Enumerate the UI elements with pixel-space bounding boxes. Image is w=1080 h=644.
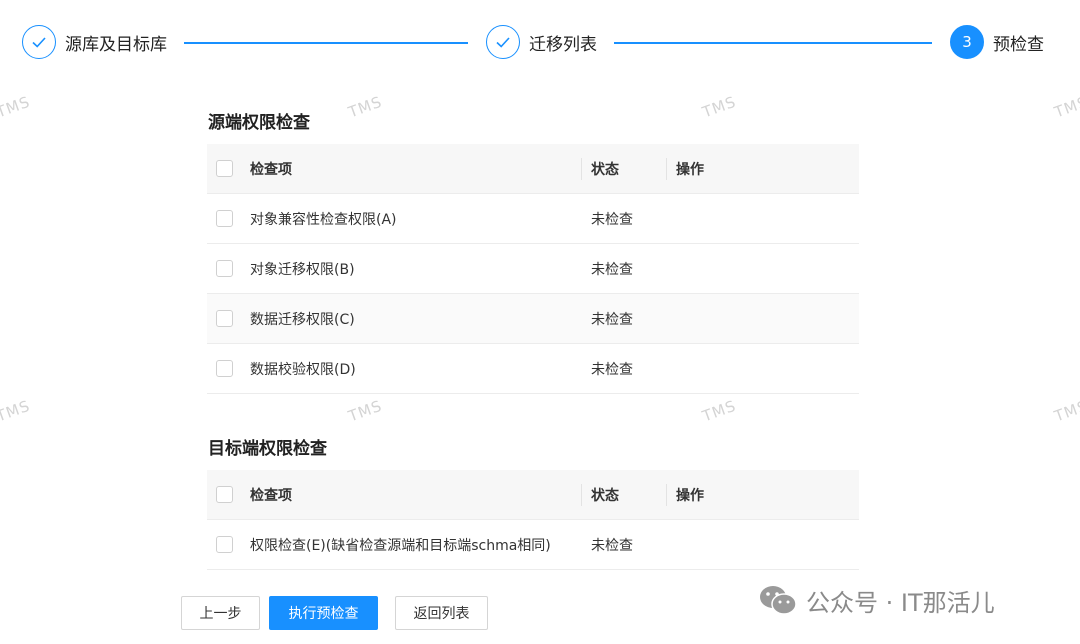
wechat-brand: 公众号 · IT那活儿 [758,580,995,620]
check-item-name: 对象迁移权限(B) [250,261,355,278]
step-label: 源库及目标库 [65,34,167,55]
row-checkbox[interactable] [216,310,233,327]
column-divider [666,158,667,180]
watermark: TMS [345,92,385,122]
step-connector [184,42,468,44]
table-header: 检查项 状态 操作 [207,144,859,194]
header-status: 状态 [591,487,619,504]
table-header: 检查项 状态 操作 [207,470,859,520]
check-item-name: 数据校验权限(D) [250,361,356,378]
check-icon [22,25,56,59]
table-row: 权限检查(E)(缺省检查源端和目标端schma相同) 未检查 [207,520,859,570]
check-status: 未检查 [591,311,633,328]
step-connector [614,42,932,44]
table-row: 数据迁移权限(C) 未检查 [207,294,859,344]
header-item: 检查项 [250,487,292,504]
watermark: TMS [699,396,739,426]
step-number: 3 [950,25,984,59]
run-precheck-button[interactable]: 执行预检查 [269,596,378,630]
watermark: TMS [345,396,385,426]
column-divider [581,158,582,180]
watermark: TMS [1051,396,1080,426]
check-status: 未检查 [591,537,633,554]
header-item: 检查项 [250,161,292,178]
check-item-name: 权限检查(E)(缺省检查源端和目标端schma相同) [250,537,551,554]
check-item-name: 对象兼容性检查权限(A) [250,211,397,228]
check-status: 未检查 [591,211,633,228]
prev-step-button[interactable]: 上一步 [181,596,260,630]
source-section-title: 源端权限检查 [208,113,310,133]
watermark: TMS [0,396,33,426]
step-migration-list[interactable]: 迁移列表 [486,24,597,60]
row-checkbox[interactable] [216,536,233,553]
table-row: 对象兼容性检查权限(A) 未检查 [207,194,859,244]
row-checkbox[interactable] [216,210,233,227]
column-divider [666,484,667,506]
table-row: 对象迁移权限(B) 未检查 [207,244,859,294]
step-label: 预检查 [993,34,1044,55]
step-precheck[interactable]: 3 预检查 [950,24,1044,60]
step-source-target[interactable]: 源库及目标库 [22,24,167,60]
column-divider [581,484,582,506]
watermark: TMS [0,92,33,122]
header-action: 操作 [676,487,704,504]
brand-text: 公众号 · IT那活儿 [806,588,995,617]
target-check-table: 检查项 状态 操作 权限检查(E)(缺省检查源端和目标端schma相同) 未检查 [207,470,859,570]
select-all-checkbox[interactable] [216,486,233,503]
watermark: TMS [1051,92,1080,122]
check-status: 未检查 [591,261,633,278]
target-section-title: 目标端权限检查 [208,439,327,459]
back-to-list-button[interactable]: 返回列表 [395,596,488,630]
check-icon [486,25,520,59]
step-label: 迁移列表 [529,34,597,55]
table-row: 数据校验权限(D) 未检查 [207,344,859,394]
header-action: 操作 [676,161,704,178]
wechat-icon [760,586,797,615]
steps-bar: 源库及目标库 迁移列表 3 预检查 [22,24,1062,62]
watermark: TMS [699,92,739,122]
row-checkbox[interactable] [216,360,233,377]
check-status: 未检查 [591,361,633,378]
source-check-table: 检查项 状态 操作 对象兼容性检查权限(A) 未检查 对象迁移权限(B) 未检查… [207,144,859,394]
check-item-name: 数据迁移权限(C) [250,311,355,328]
row-checkbox[interactable] [216,260,233,277]
header-status: 状态 [591,161,619,178]
select-all-checkbox[interactable] [216,160,233,177]
